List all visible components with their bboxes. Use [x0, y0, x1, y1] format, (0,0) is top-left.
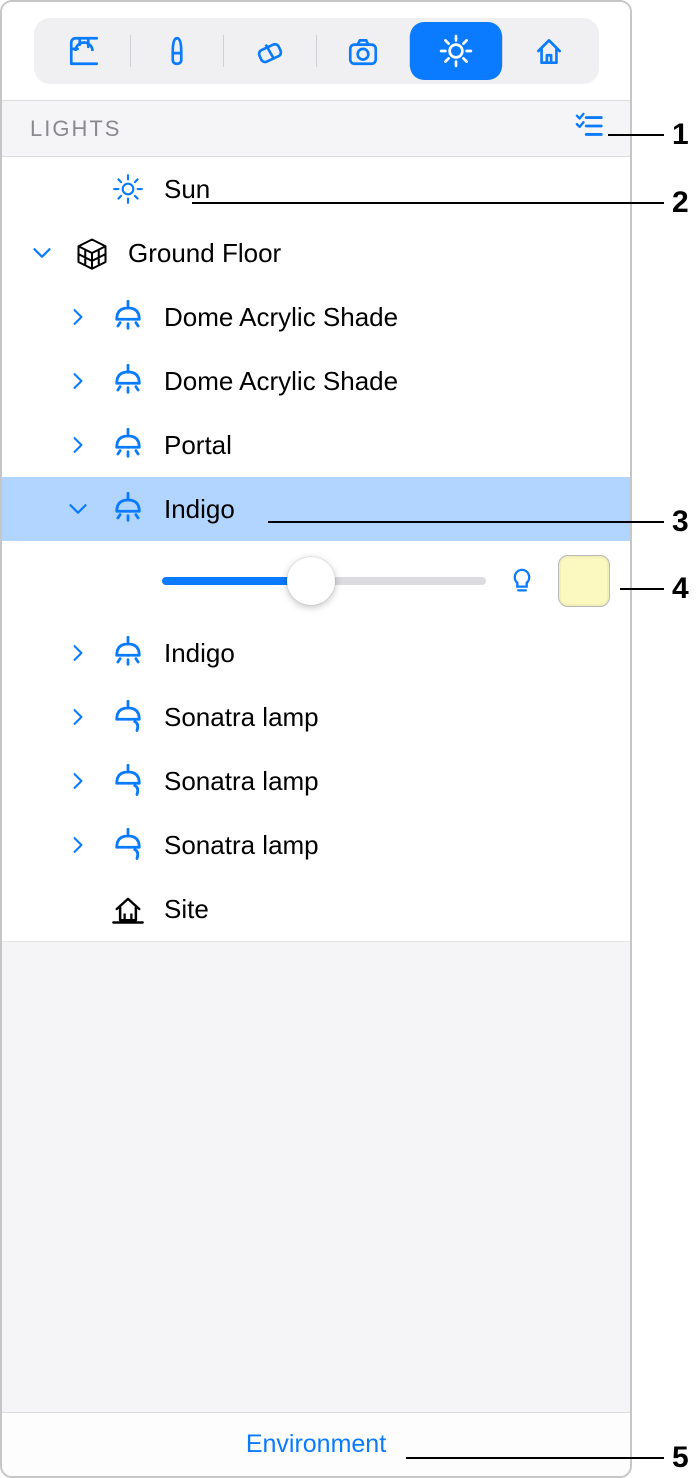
checklist-icon	[572, 111, 608, 141]
light-row-portal[interactable]: Portal	[2, 413, 630, 477]
bulb-toggle[interactable]	[504, 564, 540, 598]
checklist-button[interactable]	[572, 111, 608, 146]
disclosure-toggle[interactable]	[64, 706, 92, 728]
light-row-indigo-selected[interactable]: Indigo	[2, 477, 630, 541]
lamp-icon	[106, 827, 150, 863]
brightness-control-row	[2, 541, 630, 621]
light-label: Indigo	[164, 494, 610, 525]
light-row-dome-2[interactable]: Dome Acrylic Shade	[2, 349, 630, 413]
brightness-slider[interactable]	[162, 577, 486, 585]
disclosure-toggle[interactable]	[64, 497, 92, 521]
section-header: LIGHTS	[2, 100, 630, 157]
light-row-indigo-2[interactable]: Indigo	[2, 621, 630, 685]
section-title: LIGHTS	[30, 116, 121, 142]
sun-icon	[106, 172, 150, 206]
light-label: Sun	[164, 174, 610, 205]
chevron-right-icon	[67, 370, 89, 392]
disclosure-toggle[interactable]	[64, 770, 92, 792]
lamp-icon	[106, 763, 150, 799]
light-label: Dome Acrylic Shade	[164, 366, 610, 397]
light-row-sonatra-1[interactable]: Sonatra lamp	[2, 685, 630, 749]
light-label: Portal	[164, 430, 610, 461]
disclosure-toggle[interactable]	[64, 306, 92, 328]
chevron-right-icon	[67, 706, 89, 728]
chevron-right-icon	[67, 770, 89, 792]
toolbar-group	[34, 18, 599, 84]
group-row-site[interactable]: Site	[2, 877, 630, 941]
light-label: Sonatra lamp	[164, 830, 610, 861]
eraser-tab[interactable]	[224, 22, 316, 80]
disclosure-toggle[interactable]	[28, 241, 56, 265]
ceiling-light-icon	[106, 299, 150, 335]
ceiling-light-icon	[106, 427, 150, 463]
lights-panel: LIGHTS Sun Ground Floor	[0, 0, 632, 1478]
light-label: Sonatra lamp	[164, 702, 610, 733]
brush-tab[interactable]	[131, 22, 223, 80]
light-row-sonatra-2[interactable]: Sonatra lamp	[2, 749, 630, 813]
footer: Environment	[2, 1412, 630, 1476]
lights-list: Sun Ground Floor Dome Acrylic Shade	[2, 157, 630, 941]
disclosure-toggle[interactable]	[64, 434, 92, 456]
floor-icon	[70, 235, 114, 271]
chevron-down-icon	[30, 241, 54, 265]
chevron-right-icon	[67, 306, 89, 328]
group-label: Ground Floor	[128, 238, 610, 269]
site-icon	[106, 891, 150, 927]
ceiling-light-icon	[106, 363, 150, 399]
slider-thumb[interactable]	[287, 557, 335, 605]
light-tab[interactable]	[410, 22, 502, 80]
house-tab[interactable]	[503, 22, 595, 80]
measure-tab[interactable]	[38, 22, 130, 80]
light-label: Indigo	[164, 638, 610, 669]
disclosure-toggle[interactable]	[64, 642, 92, 664]
light-row-sun[interactable]: Sun	[2, 157, 630, 221]
ceiling-light-icon	[106, 635, 150, 671]
environment-link[interactable]: Environment	[246, 1430, 386, 1459]
camera-tab[interactable]	[317, 22, 409, 80]
chevron-right-icon	[67, 834, 89, 856]
light-label: Sonatra lamp	[164, 766, 610, 797]
toolbar	[2, 2, 630, 100]
bulb-icon	[507, 564, 537, 598]
light-label: Dome Acrylic Shade	[164, 302, 610, 333]
disclosure-toggle[interactable]	[64, 370, 92, 392]
group-label: Site	[164, 894, 610, 925]
chevron-down-icon	[66, 497, 90, 521]
chevron-right-icon	[67, 434, 89, 456]
disclosure-toggle[interactable]	[64, 834, 92, 856]
chevron-right-icon	[67, 642, 89, 664]
light-row-dome-1[interactable]: Dome Acrylic Shade	[2, 285, 630, 349]
group-row-ground-floor[interactable]: Ground Floor	[2, 221, 630, 285]
ceiling-light-icon	[106, 491, 150, 527]
lamp-icon	[106, 699, 150, 735]
color-swatch[interactable]	[558, 555, 610, 607]
light-row-sonatra-3[interactable]: Sonatra lamp	[2, 813, 630, 877]
empty-area	[2, 941, 630, 1412]
